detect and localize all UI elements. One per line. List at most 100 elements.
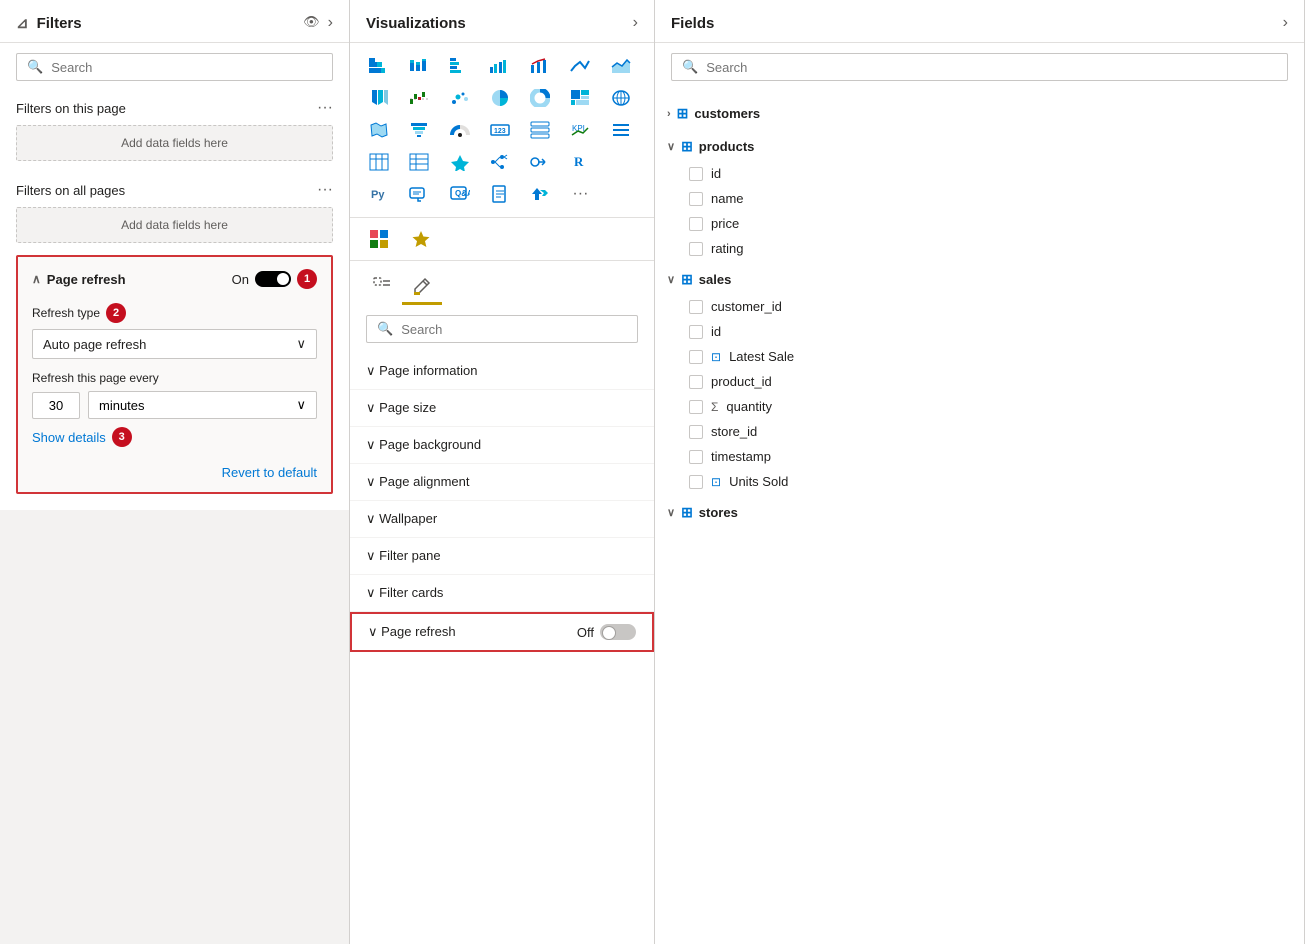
viz-icon-treemap[interactable] <box>563 83 597 113</box>
field-customer-id[interactable]: customer_id <box>655 294 1304 319</box>
viz-icon-card[interactable]: 123 <box>483 115 517 145</box>
filters-all-pages-menu[interactable]: ··· <box>317 181 333 199</box>
viz-icon-column[interactable] <box>402 51 436 81</box>
field-sales-id[interactable]: id <box>655 319 1304 344</box>
viz-icon-paginated[interactable] <box>483 179 517 209</box>
viz-build-tab[interactable] <box>362 269 402 305</box>
field-units-sold[interactable]: ⊡ Units Sold <box>655 469 1304 494</box>
field-product-rating-checkbox[interactable] <box>689 242 703 256</box>
viz-icon-funnel[interactable] <box>402 115 436 145</box>
field-product-rating[interactable]: rating <box>655 236 1304 261</box>
viz-icon-r-visual[interactable]: R <box>563 147 597 177</box>
field-sales-id-checkbox[interactable] <box>689 325 703 339</box>
viz-title-text: Visualizations <box>366 15 466 32</box>
field-latest-sale[interactable]: ⊡ Latest Sale <box>655 344 1304 369</box>
viz-section-filter-pane[interactable]: ∨ Filter pane <box>350 538 654 575</box>
field-units-sold-checkbox[interactable] <box>689 475 703 489</box>
interval-unit-dropdown[interactable]: minutes ∨ <box>88 391 317 419</box>
field-timestamp-checkbox[interactable] <box>689 450 703 464</box>
field-product-id[interactable]: id <box>655 161 1304 186</box>
fields-group-products: ∨ ⊞ products id name price rating <box>655 132 1304 261</box>
field-product-price[interactable]: price <box>655 211 1304 236</box>
field-product-name-checkbox[interactable] <box>689 192 703 206</box>
filters-this-page-label: Filters on this page ··· <box>0 91 349 121</box>
fields-header-icons: › <box>1283 14 1288 32</box>
field-quantity[interactable]: Σ quantity <box>655 394 1304 419</box>
viz-icon-slicer[interactable] <box>604 115 638 145</box>
viz-format-tab[interactable] <box>402 269 442 305</box>
viz-page-refresh-toggle[interactable] <box>600 624 636 640</box>
field-product-price-checkbox[interactable] <box>689 217 703 231</box>
viz-icon-matrix[interactable] <box>402 147 436 177</box>
viz-icon-bar[interactable] <box>362 51 396 81</box>
refresh-type-label: Refresh type 2 <box>32 303 317 323</box>
page-refresh-toggle[interactable] <box>255 271 291 287</box>
viz-icon-clustered-col[interactable] <box>483 51 517 81</box>
viz-icon-decomp-tree[interactable] <box>483 147 517 177</box>
viz-icon-table[interactable] <box>362 147 396 177</box>
viz-icon-qa[interactable]: Q&A <box>443 179 477 209</box>
viz-icon-power-automate[interactable] <box>523 179 557 209</box>
viz-icon-waterfall[interactable] <box>402 83 436 113</box>
filters-panel: ⊿ Filters 👁 › 🔍 Filters on this page ···… <box>0 0 350 944</box>
viz-chevron-right-icon[interactable]: › <box>633 14 638 32</box>
show-details-link[interactable]: Show details 3 <box>32 427 132 447</box>
eye-icon[interactable]: 👁 <box>303 14 320 32</box>
viz-icon-line-col[interactable] <box>523 51 557 81</box>
viz-color-palette-icon[interactable] <box>362 224 396 254</box>
page-refresh-toggle-label: On <box>232 272 249 287</box>
viz-section-filter-cards[interactable]: ∨ Filter cards <box>350 575 654 612</box>
viz-star-icon[interactable] <box>404 224 438 254</box>
field-product-id-sales-checkbox[interactable] <box>689 375 703 389</box>
viz-icon-kpi[interactable]: KPI <box>563 115 597 145</box>
products-group-header[interactable]: ∨ ⊞ products <box>655 132 1304 161</box>
viz-icon-map[interactable] <box>604 83 638 113</box>
viz-icon-filled-map[interactable] <box>362 115 396 145</box>
viz-icon-donut[interactable] <box>523 83 557 113</box>
fields-chevron-right-icon[interactable]: › <box>1283 14 1288 32</box>
viz-section-page-info[interactable]: ∨ Page information <box>350 353 654 390</box>
viz-icon-ribbon[interactable] <box>362 83 396 113</box>
revert-default-button[interactable]: Revert to default <box>32 465 317 480</box>
fields-search-input[interactable] <box>706 60 1277 75</box>
field-quantity-checkbox[interactable] <box>689 400 703 414</box>
viz-icon-smart-narrative[interactable] <box>402 179 436 209</box>
chevron-right-icon[interactable]: › <box>328 14 333 32</box>
field-timestamp[interactable]: timestamp <box>655 444 1304 469</box>
sales-group-header[interactable]: ∨ ⊞ sales <box>655 265 1304 294</box>
viz-section-page-size[interactable]: ∨ Page size <box>350 390 654 427</box>
viz-section-page-background[interactable]: ∨ Page background <box>350 427 654 464</box>
filters-this-page-menu[interactable]: ··· <box>317 99 333 117</box>
viz-icon-azure-map[interactable] <box>443 147 477 177</box>
viz-search-input[interactable] <box>401 322 627 337</box>
viz-section-wallpaper[interactable]: ∨ Wallpaper <box>350 501 654 538</box>
viz-icon-area[interactable] <box>604 51 638 81</box>
viz-icon-scatter[interactable] <box>443 83 477 113</box>
viz-icon-key-influencers[interactable] <box>523 147 557 177</box>
field-product-id-sales[interactable]: product_id <box>655 369 1304 394</box>
viz-search-box[interactable]: 🔍 <box>366 315 638 343</box>
customers-group-header[interactable]: › ⊞ customers <box>655 99 1304 128</box>
field-product-id-checkbox[interactable] <box>689 167 703 181</box>
filters-search-box[interactable]: 🔍 <box>16 53 333 81</box>
viz-icon-multi-row-card[interactable] <box>523 115 557 145</box>
viz-icon-line[interactable] <box>563 51 597 81</box>
field-product-name[interactable]: name <box>655 186 1304 211</box>
field-store-id-checkbox[interactable] <box>689 425 703 439</box>
viz-icon-more[interactable]: ··· <box>563 179 597 209</box>
field-store-id[interactable]: store_id <box>655 419 1304 444</box>
field-customer-id-checkbox[interactable] <box>689 300 703 314</box>
viz-icon-pie[interactable] <box>483 83 517 113</box>
stores-group-header[interactable]: ∨ ⊞ stores <box>655 498 1304 527</box>
filters-search-icon: 🔍 <box>27 59 43 75</box>
viz-icon-python[interactable]: Py <box>362 179 396 209</box>
fields-search-box[interactable]: 🔍 <box>671 53 1288 81</box>
viz-icon-gauge[interactable] <box>443 115 477 145</box>
filters-search-input[interactable] <box>51 60 322 75</box>
viz-section-page-alignment[interactable]: ∨ Page alignment <box>350 464 654 501</box>
field-latest-sale-checkbox[interactable] <box>689 350 703 364</box>
interval-number-input[interactable] <box>32 392 80 419</box>
refresh-type-dropdown[interactable]: Auto page refresh ∨ <box>32 329 317 359</box>
viz-icon-clustered-bar[interactable] <box>443 51 477 81</box>
viz-section-page-refresh[interactable]: ∨ Page refresh Off <box>350 612 654 652</box>
